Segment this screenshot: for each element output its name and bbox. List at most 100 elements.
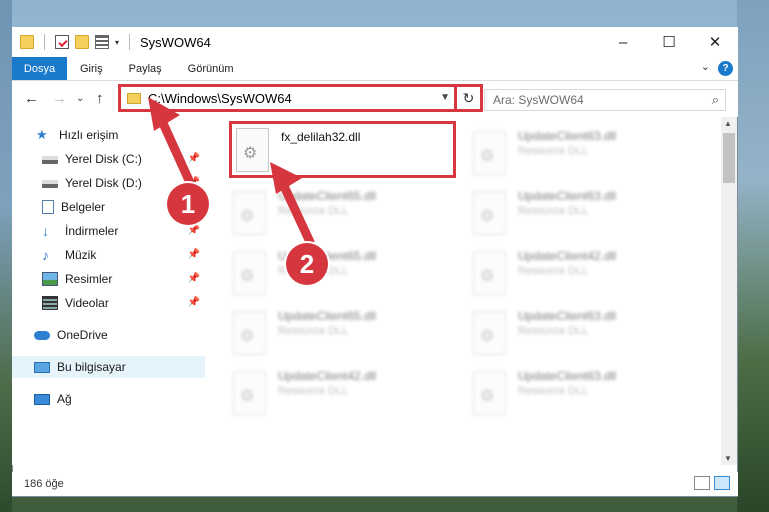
file-name: UpdateClient63.dll <box>518 129 617 143</box>
cloud-icon <box>34 330 50 340</box>
file-type: Resource DLL <box>518 265 589 277</box>
help-icon[interactable]: ? <box>718 61 733 76</box>
sidebar-item-label: Ağ <box>57 392 72 406</box>
forward-button[interactable]: → <box>52 90 67 107</box>
gear-icon: ⚙ <box>480 268 495 285</box>
sidebar-item-label: Videolar <box>65 296 109 310</box>
file-name: fx_delilah32.dll <box>281 130 361 144</box>
sidebar-item-downloads[interactable]: ↓ İndirmeler 📌 <box>12 220 205 242</box>
back-button[interactable]: ← <box>24 90 39 107</box>
close-button[interactable]: ✕ <box>692 27 738 57</box>
search-input[interactable]: Ara: SysWOW64 ⌕ <box>484 89 726 111</box>
sidebar-item-pictures[interactable]: Resimler 📌 <box>12 268 205 290</box>
dll-file-icon: ⚙ <box>473 311 506 355</box>
minimize-button[interactable]: – <box>600 27 646 57</box>
view-switcher <box>694 476 730 490</box>
file-item[interactable]: ⚙ UpdateClient63.dll Resource DLL <box>445 303 675 363</box>
sidebar-item-label: Hızlı erişim <box>59 128 119 142</box>
pin-icon: 📌 <box>187 273 200 284</box>
file-item[interactable]: ⚙ UpdateClient63.dll Resource DLL <box>445 363 675 423</box>
file-item[interactable]: ⚙ UpdateClient42.dll Resource DLL <box>205 363 435 423</box>
new-folder-icon[interactable] <box>75 35 89 49</box>
sidebar-item-label: Resimler <box>65 272 113 286</box>
step-marker-2: 2 <box>286 243 328 285</box>
desktop-background-left <box>0 0 12 512</box>
document-icon <box>42 200 54 214</box>
search-placeholder: Ara: SysWOW64 <box>493 93 584 107</box>
download-icon: ↓ <box>42 223 49 239</box>
file-type: Resource DLL <box>518 385 589 397</box>
sidebar-item-label: Müzik <box>65 248 97 262</box>
status-bar: 186 öğe <box>12 472 738 496</box>
tab-view[interactable]: Görünüm <box>175 57 247 80</box>
address-history-chevron-icon[interactable]: ▼ <box>440 92 450 103</box>
scrollbar-thumb[interactable] <box>723 133 735 183</box>
dll-file-icon: ⚙ <box>473 131 506 175</box>
file-type: Resource DLL <box>518 205 589 217</box>
file-item[interactable]: ⚙ UpdateClient65.dll Resource DLL <box>205 303 435 363</box>
file-name: UpdateClient42.dll <box>518 249 617 263</box>
file-name: UpdateClient65.dll <box>278 309 377 323</box>
file-item[interactable]: ⚙ UpdateClient63.dll Resource DLL <box>445 123 675 183</box>
file-name: UpdateClient63.dll <box>518 369 617 383</box>
title-bar: ▾ SysWOW64 – ☐ ✕ <box>12 27 738 57</box>
sidebar-item-label: İndirmeler <box>65 224 119 238</box>
gear-icon: ⚙ <box>240 388 255 405</box>
maximize-button[interactable]: ☐ <box>646 27 692 57</box>
tab-file[interactable]: Dosya <box>12 57 67 80</box>
sidebar-item-onedrive[interactable]: OneDrive <box>12 324 205 346</box>
dll-file-icon: ⚙ <box>473 251 506 295</box>
pictures-icon <box>42 272 58 286</box>
gear-icon: ⚙ <box>480 388 495 405</box>
sidebar-item-network[interactable]: Ağ <box>12 388 205 410</box>
computer-icon <box>34 361 50 373</box>
item-count: 186 öğe <box>24 478 64 490</box>
details-view-icon[interactable] <box>694 476 710 490</box>
network-icon <box>34 393 50 405</box>
quick-access-toolbar: ▾ <box>20 34 134 50</box>
file-name: UpdateClient42.dll <box>278 369 377 383</box>
pin-icon: 📌 <box>187 249 200 260</box>
tab-home[interactable]: Giriş <box>67 57 116 80</box>
toolbar-divider <box>129 34 131 50</box>
sidebar-item-label: OneDrive <box>57 328 108 342</box>
dll-file-icon: ⚙ <box>233 371 266 415</box>
file-item[interactable]: ⚙ UpdateClient63.dll Resource DLL <box>445 183 675 243</box>
videos-icon <box>42 296 58 310</box>
file-item[interactable]: ⚙ UpdateClient42.dll Resource DLL <box>445 243 675 303</box>
pin-icon: 📌 <box>187 225 200 236</box>
expand-ribbon-chevron-icon[interactable]: ⌄ <box>701 60 710 73</box>
desktop-background-right <box>737 0 769 512</box>
up-button[interactable]: ↑ <box>96 90 104 107</box>
sidebar-item-videos[interactable]: Videolar 📌 <box>12 292 205 314</box>
dll-file-icon: ⚙ <box>473 191 506 235</box>
refresh-button[interactable]: ↻ <box>454 84 480 112</box>
window-controls: – ☐ ✕ <box>600 27 738 57</box>
vertical-scrollbar[interactable]: ▲ ▼ <box>721 117 737 465</box>
file-type: Resource DLL <box>518 145 589 157</box>
search-icon[interactable]: ⌕ <box>712 92 719 108</box>
toolbar-divider <box>44 34 45 50</box>
ribbon-tabs: Dosya Giriş Paylaş Görünüm ⌄ ? <box>12 57 738 81</box>
folder-icon[interactable] <box>20 35 34 49</box>
sidebar-item-this-pc[interactable]: Bu bilgisayar <box>12 356 205 378</box>
pin-icon: 📌 <box>187 297 200 308</box>
file-name: UpdateClient63.dll <box>518 309 617 323</box>
file-type: Resource DLL <box>278 325 349 337</box>
view-options-icon[interactable] <box>95 35 109 49</box>
tiles-view-icon[interactable] <box>714 476 730 490</box>
properties-icon[interactable] <box>55 35 69 49</box>
music-icon: ♪ <box>42 247 49 263</box>
drive-icon <box>42 180 58 188</box>
tab-share[interactable]: Paylaş <box>116 57 175 80</box>
scroll-up-icon[interactable]: ▲ <box>724 119 732 128</box>
file-name: UpdateClient63.dll <box>518 189 617 203</box>
dll-file-icon: ⚙ <box>473 371 506 415</box>
file-type: Resource DLL <box>518 325 589 337</box>
customize-toolbar-chevron-icon[interactable]: ▾ <box>115 38 119 47</box>
sidebar-item-music[interactable]: ♪ Müzik 📌 <box>12 244 205 266</box>
gear-icon: ⚙ <box>480 208 495 225</box>
recent-locations-chevron-icon[interactable]: ⌄ <box>76 93 84 104</box>
step-marker-1: 1 <box>167 183 209 225</box>
scroll-down-icon[interactable]: ▼ <box>724 454 732 463</box>
